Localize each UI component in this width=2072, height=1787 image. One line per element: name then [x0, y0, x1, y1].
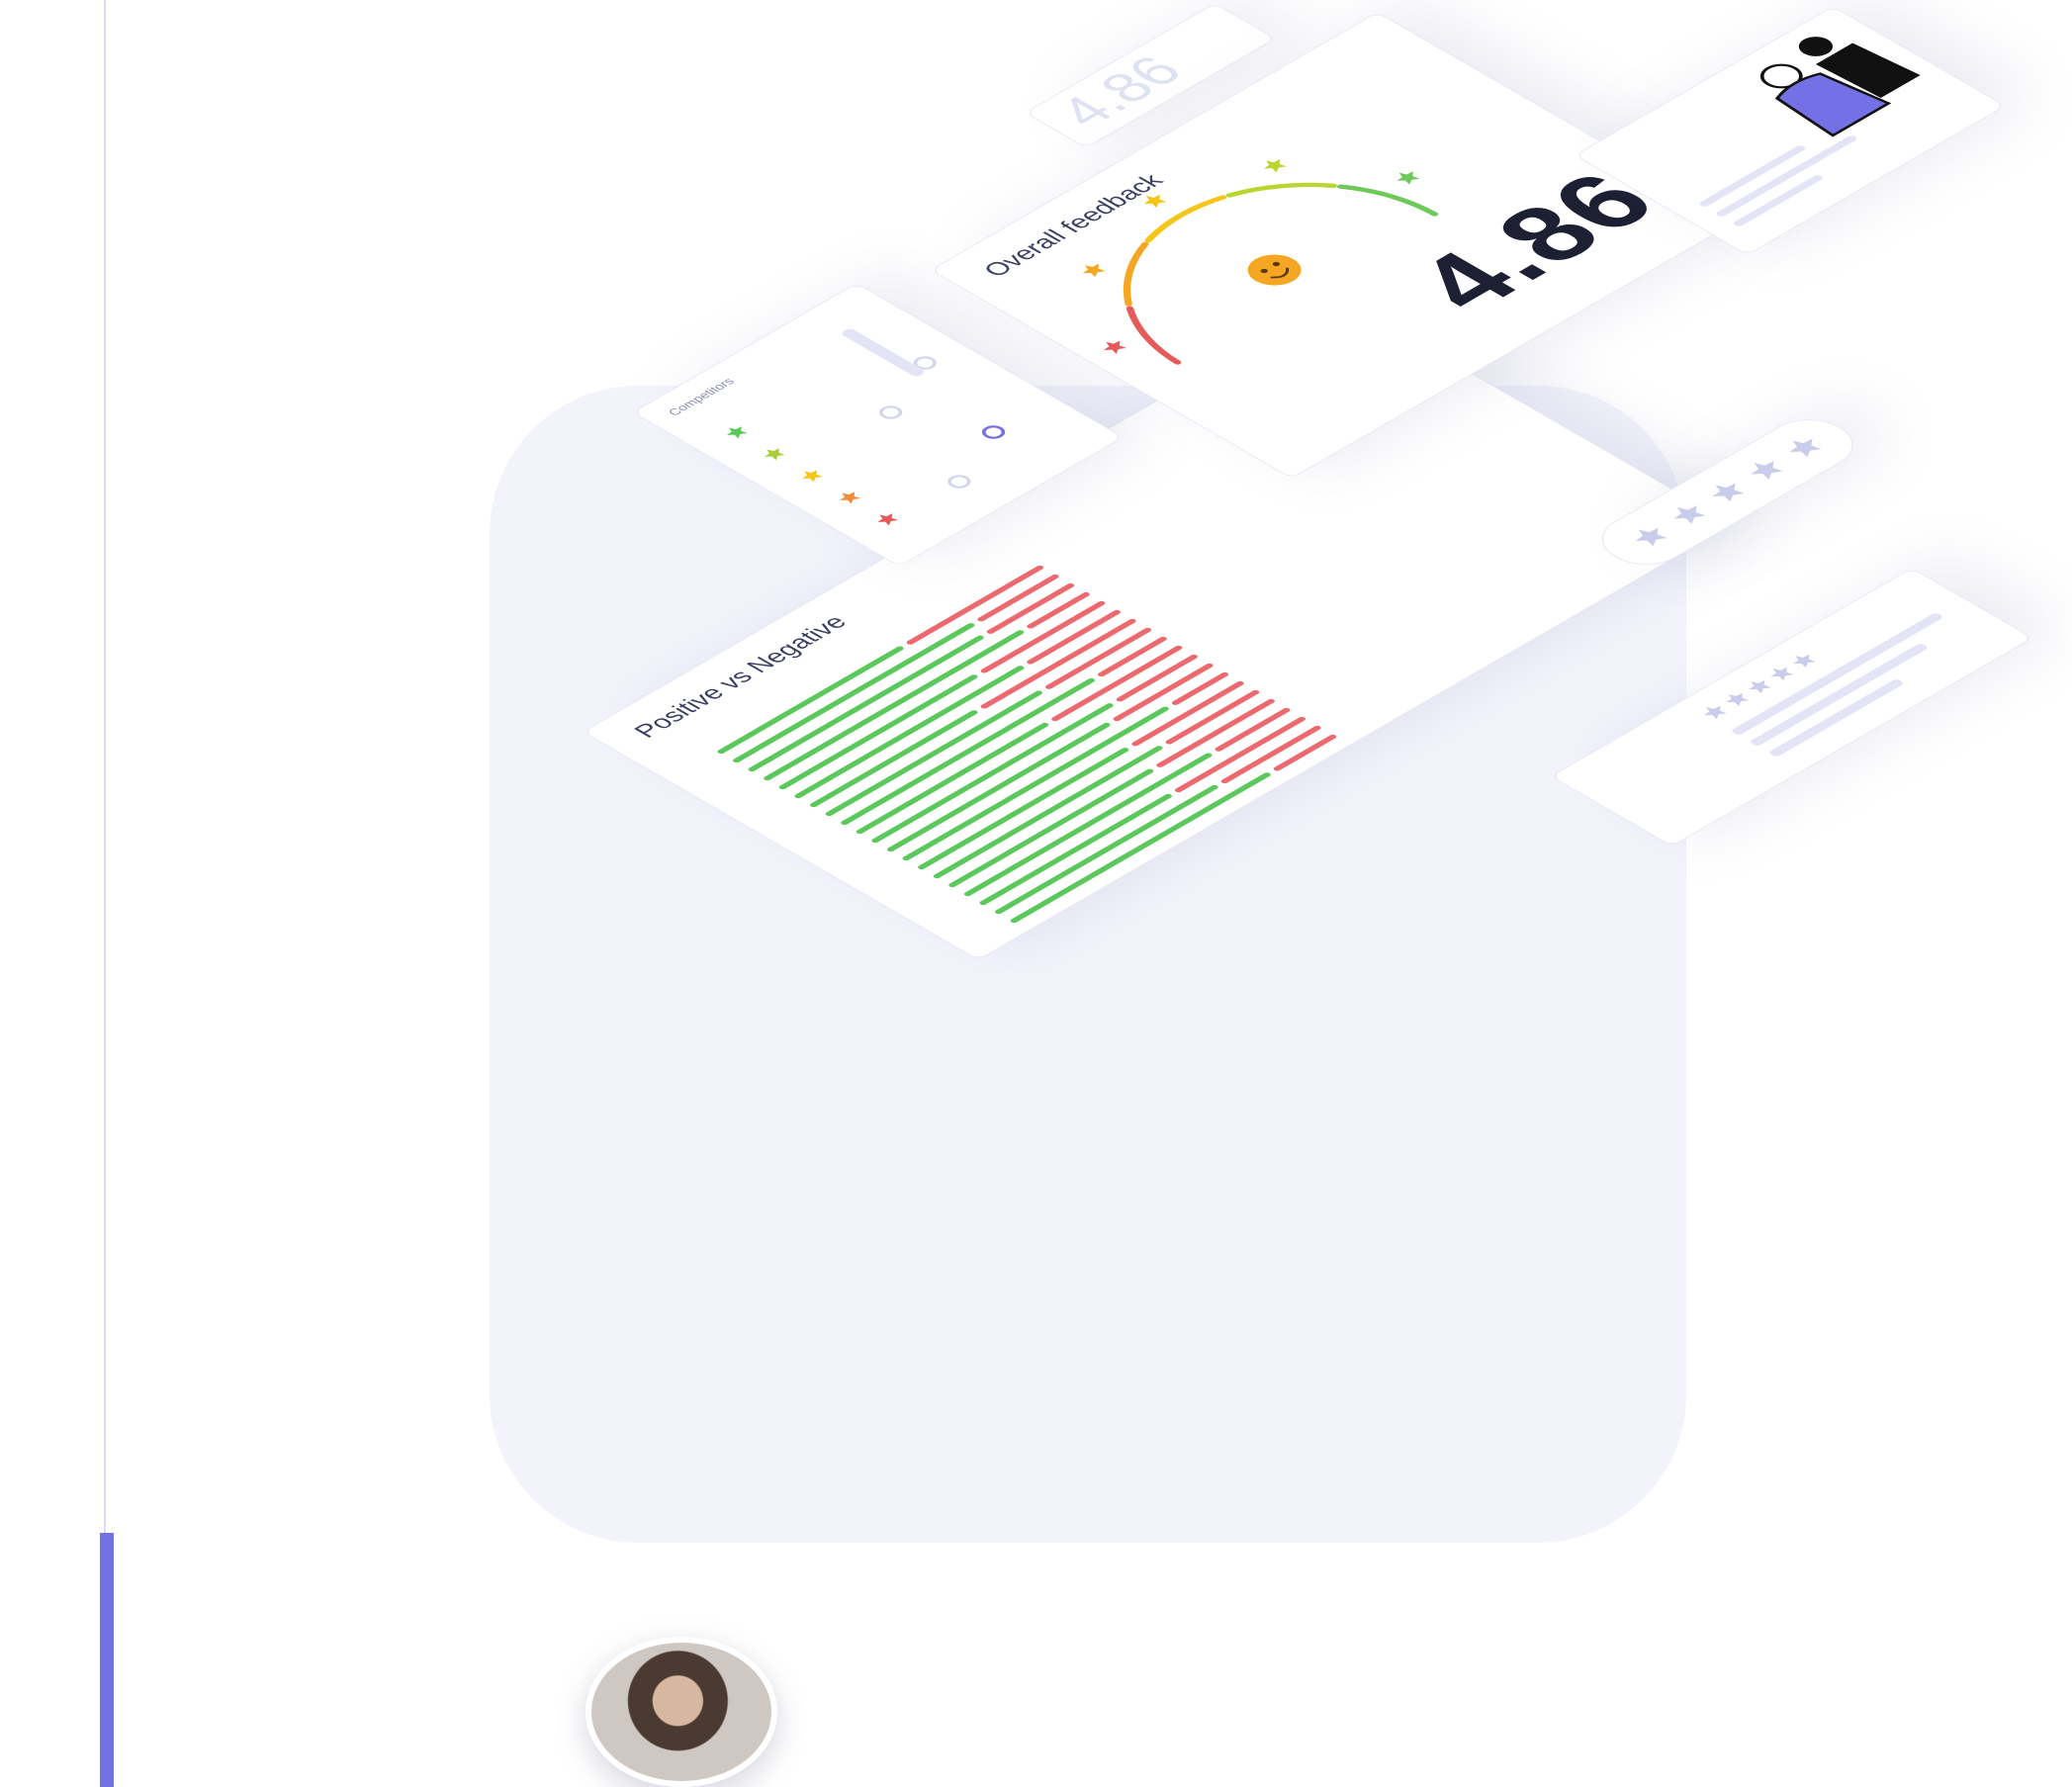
positive-bar	[748, 635, 984, 772]
rating-star-icon	[1712, 483, 1745, 502]
positive-bar	[871, 703, 1114, 844]
rating-star-icon	[1673, 505, 1706, 524]
negative-bar	[1174, 716, 1306, 793]
review-star-icon	[1792, 654, 1816, 668]
review-star-icon	[1770, 667, 1794, 680]
gauge-segment	[1123, 241, 1149, 307]
gauge-segment	[1225, 182, 1338, 198]
gauge-star-icon	[1082, 263, 1106, 278]
positive-bar	[918, 748, 1129, 870]
positive-bar	[841, 677, 1095, 826]
ghost-score-value: 4.86	[1043, 47, 1197, 135]
review-star-icon	[1703, 705, 1727, 719]
competitor-marker	[981, 425, 1006, 439]
competitor-marker	[879, 405, 903, 419]
competitor-star-icon	[877, 513, 899, 526]
positive-bar	[733, 623, 975, 763]
negative-bar	[1098, 636, 1167, 677]
competitor-star-icon	[802, 470, 823, 483]
competitor-placeholder-bar	[842, 328, 924, 377]
negative-bar	[1156, 698, 1275, 767]
negative-bar	[980, 600, 1106, 673]
review-star-icon	[1726, 692, 1750, 706]
rating-star-icon	[1635, 527, 1667, 547]
competitor-star-icon	[764, 448, 785, 461]
competitor-marker	[947, 475, 971, 489]
positive-bar	[778, 674, 978, 790]
gauge-star-icon	[1263, 159, 1287, 173]
gauge-segment	[1126, 306, 1182, 365]
review-star-icon	[1748, 679, 1771, 693]
positive-bar	[948, 768, 1154, 888]
left-accent-bar	[100, 1533, 114, 1787]
negative-bar	[1215, 707, 1291, 752]
negative-bar	[1027, 591, 1090, 629]
competitor-star-icon	[726, 426, 748, 439]
gauge-star-icon	[1396, 171, 1420, 185]
negative-bar	[1051, 645, 1183, 722]
rating-star-icon	[1751, 461, 1783, 480]
gauge-star-icon	[1103, 340, 1126, 354]
left-rule	[104, 0, 106, 1533]
positive-bar	[825, 690, 1042, 817]
gauge-star-icon	[1143, 194, 1167, 208]
negative-bar	[1131, 680, 1244, 747]
competitor-star-icon	[840, 491, 860, 504]
negative-bar	[980, 618, 1136, 709]
smiley-face-icon	[1247, 254, 1302, 286]
positive-bar	[810, 710, 978, 808]
gauge-segment	[1336, 184, 1439, 217]
reviewer-avatar	[586, 1637, 777, 1787]
rating-star-icon	[1789, 438, 1822, 458]
